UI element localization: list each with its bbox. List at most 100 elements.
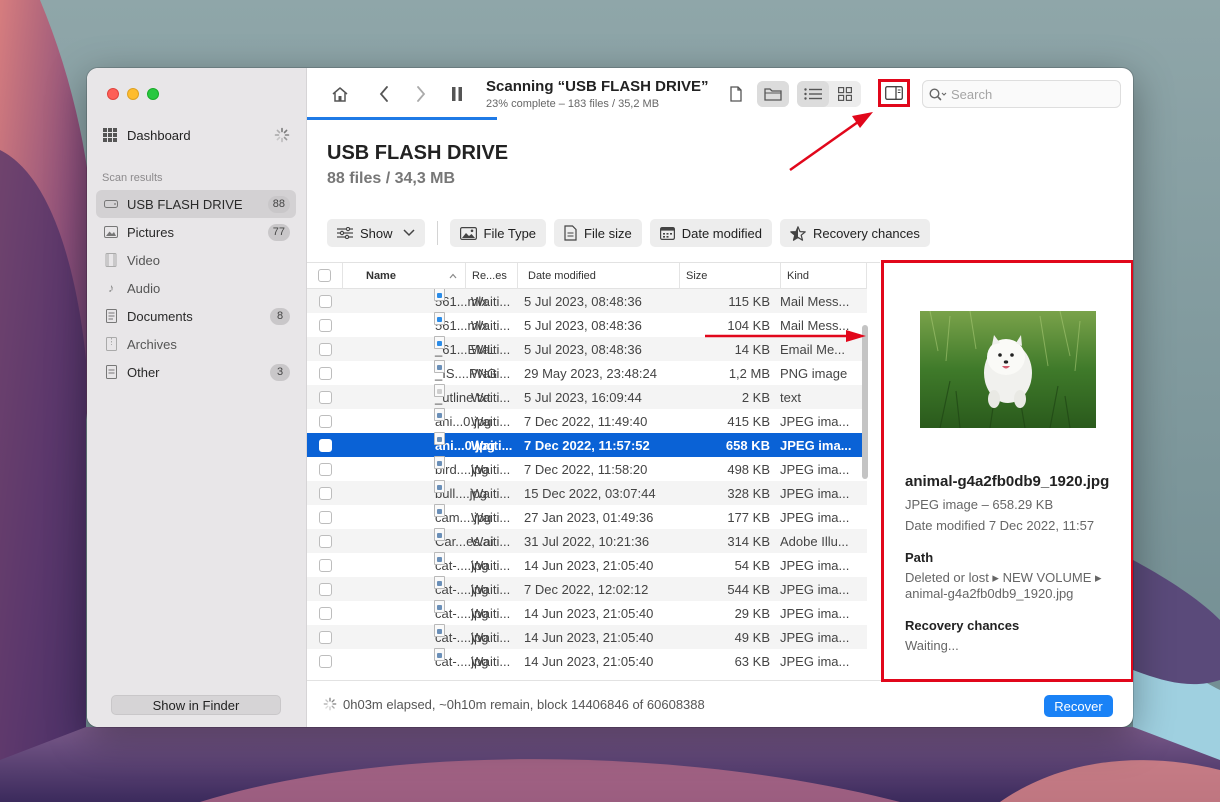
search-field[interactable] [922, 80, 1121, 108]
size-cell: 14 KB [734, 341, 770, 357]
app-window: Dashboard Scan results USB FLASH DRIVE 8… [87, 68, 1133, 727]
folder-view-button[interactable] [757, 81, 789, 107]
file-type-filter-button[interactable]: File Type [449, 219, 547, 247]
row-checkbox[interactable] [318, 486, 332, 500]
sidebar-item-label: Video [127, 252, 161, 268]
date-modified-filter-button[interactable]: Date modified [649, 219, 772, 247]
kind-cell: Mail Mess... [780, 293, 850, 309]
row-checkbox[interactable] [318, 558, 332, 572]
table-row[interactable]: 561...mlx Waiti... 5 Jul 2023, 08:48:36 104… [307, 311, 867, 337]
drive-icon [104, 197, 118, 211]
minimize-window-button[interactable] [127, 88, 139, 100]
size-cell: 54 KB [734, 557, 770, 573]
forward-button[interactable] [408, 82, 434, 106]
text-file-icon [434, 383, 445, 397]
select-all-checkbox[interactable] [318, 269, 331, 282]
search-input[interactable] [951, 86, 1111, 102]
archive-icon [104, 337, 118, 351]
size-cell: 49 KB [734, 629, 770, 645]
sidebar-item-usb-flash-drive[interactable]: USB FLASH DRIVE 88 [96, 190, 296, 218]
sidebar-item-video[interactable]: Video [96, 246, 296, 274]
row-checkbox[interactable] [318, 630, 332, 644]
table-row[interactable]: cam....jpg Waiti... 27 Jan 2023, 01:49:36 1… [307, 503, 867, 529]
file-view-button[interactable] [723, 82, 749, 106]
picture-icon [104, 225, 118, 239]
date-modified-cell: 5 Jul 2023, 16:09:44 [524, 389, 642, 405]
show-in-finder-button[interactable]: Show in Finder [111, 695, 281, 715]
image-file-icon [434, 551, 445, 565]
sidebar-item-archives[interactable]: Archives [96, 330, 296, 358]
row-checkbox[interactable] [318, 318, 332, 332]
table-row[interactable]: cat-....jpg Waiti... 14 Jun 2023, 21:05:40… [307, 551, 867, 577]
preview-file-name: animal-g4a2fb0db9_1920.jpg [905, 473, 1110, 490]
close-window-button[interactable] [107, 88, 119, 100]
show-filter-label: Show [360, 225, 393, 241]
layout-view-segment [797, 81, 861, 107]
date-modified-filter-label: Date modified [681, 225, 762, 241]
preview-panel-toggle-button[interactable] [878, 79, 910, 107]
table-row[interactable]: bull....jpg Waiti... 15 Dec 2022, 03:07:44… [307, 479, 867, 505]
column-header-name[interactable]: Name [343, 263, 466, 289]
column-header-date[interactable]: Date modified [518, 263, 680, 289]
show-filter-button[interactable]: Show [327, 219, 425, 247]
column-header-size[interactable]: Size [680, 263, 781, 289]
sidebar-item-dashboard[interactable]: Dashboard [103, 124, 290, 146]
sidebar-item-other[interactable]: Other 3 [96, 358, 296, 386]
row-checkbox[interactable] [318, 510, 332, 524]
column-date-label: Date modified [528, 269, 596, 282]
file-name-cell: cam....jpg [343, 503, 491, 525]
home-button[interactable] [327, 82, 353, 106]
table-row[interactable]: ani...0.jpg Waiti... 7 Dec 2022, 11:49:40 4… [307, 407, 867, 433]
column-size-label: Size [686, 269, 708, 282]
search-icon [929, 87, 947, 100]
table-row[interactable]: cat-....jpg Waiti... 7 Dec 2022, 12:02:12 5… [307, 575, 867, 601]
row-checkbox[interactable] [318, 366, 332, 380]
table-row[interactable]: 561...mlx Waiti... 5 Jul 2023, 08:48:36 115… [307, 287, 867, 313]
zoom-window-button[interactable] [147, 88, 159, 100]
row-checkbox[interactable] [318, 390, 332, 404]
sidebar-item-documents[interactable]: Documents 8 [96, 302, 296, 330]
scan-progress-text: 23% complete – 183 files / 35,2 MB [486, 98, 660, 110]
table-row[interactable]: cat-....jpg Waiti... 14 Jun 2023, 21:05:40… [307, 647, 867, 673]
sidebar-item-label: Audio [127, 280, 161, 296]
list-view-button[interactable] [797, 81, 829, 107]
row-checkbox[interactable] [318, 606, 332, 620]
column-header-recovery[interactable]: Re...es [466, 263, 518, 289]
preview-path-value: Deleted or lost ▸ NEW VOLUME ▸ animal-g4… [905, 570, 1102, 601]
pause-scan-button[interactable] [444, 82, 470, 106]
row-checkbox[interactable] [318, 654, 332, 668]
table-row[interactable]: ani...0.jpg Waiti... 7 Dec 2022, 11:57:52 6… [307, 431, 867, 457]
count-badge: 77 [267, 223, 290, 241]
table-row[interactable]: _utline.txt Waiti... 5 Jul 2023, 16:09:44 2… [307, 383, 867, 409]
table-row[interactable]: cat-....jpg Waiti... 14 Jun 2023, 21:05:40… [307, 623, 867, 649]
table-row[interactable]: _61...EML Waiti... 5 Jul 2023, 08:48:36 14 … [307, 335, 867, 361]
grid-view-button[interactable] [829, 81, 861, 107]
table-row[interactable]: _IS....PNG Waiti... 29 May 2023, 23:48:24 1… [307, 359, 867, 385]
recover-button[interactable]: Recover [1044, 695, 1113, 717]
sidebar-item-audio[interactable]: ♪ Audio [96, 274, 296, 302]
row-checkbox[interactable] [318, 438, 332, 452]
column-header-kind[interactable]: Kind [781, 263, 867, 289]
star-icon [790, 225, 806, 241]
row-checkbox[interactable] [318, 342, 332, 356]
back-button[interactable] [371, 82, 397, 106]
date-modified-cell: 14 Jun 2023, 21:05:40 [524, 629, 654, 645]
recovery-chances-filter-button[interactable]: Recovery chances [779, 219, 930, 247]
table-row[interactable]: cat-....jpg Waiti... 14 Jun 2023, 21:05:40… [307, 599, 867, 625]
table-row[interactable]: bird....jpg Waiti... 7 Dec 2022, 11:58:20 4… [307, 455, 867, 481]
row-checkbox[interactable] [318, 534, 332, 548]
row-checkbox[interactable] [318, 582, 332, 596]
date-modified-cell: 27 Jan 2023, 01:49:36 [524, 509, 654, 525]
row-checkbox[interactable] [318, 414, 332, 428]
table-scrollbar[interactable] [862, 325, 868, 479]
row-checkbox[interactable] [318, 294, 332, 308]
table-row[interactable]: Car...es.ai Waiti... 31 Jul 2022, 10:21:36… [307, 527, 867, 553]
file-size-filter-button[interactable]: File size [554, 219, 642, 247]
table-header: Name Re...es Date modified Size Kind [307, 263, 867, 289]
size-cell: 415 KB [727, 413, 770, 429]
row-checkbox[interactable] [318, 462, 332, 476]
count-badge: 88 [267, 195, 290, 213]
sidebar-item-pictures[interactable]: Pictures 77 [96, 218, 296, 246]
mail-icon [434, 311, 445, 325]
status-bar: 0h03m elapsed, ~0h10m remain, block 1440… [307, 680, 1133, 727]
